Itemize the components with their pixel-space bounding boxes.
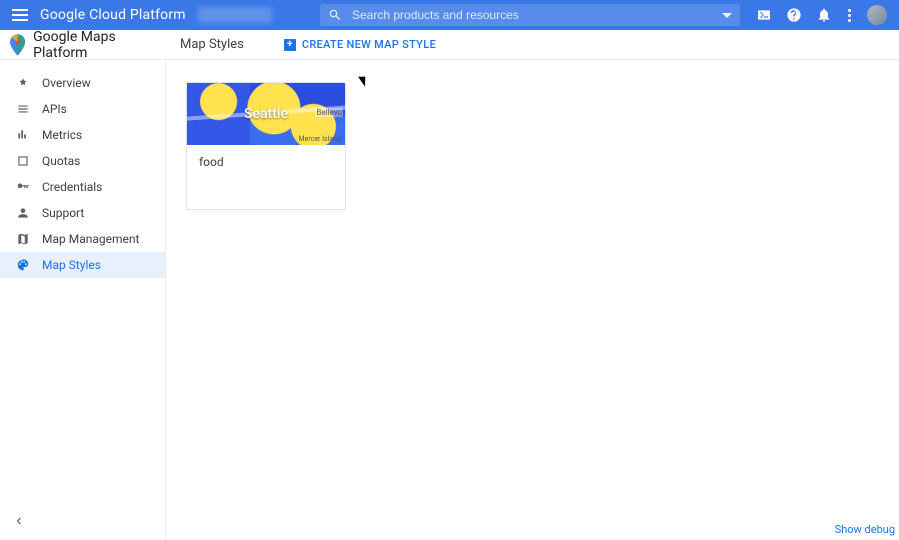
sidebar-item-apis[interactable]: APIs <box>0 96 165 122</box>
show-debug-link[interactable]: Show debug <box>835 523 895 536</box>
sidebar-item-label: Overview <box>42 76 91 90</box>
product-title: Google Maps Platform <box>33 29 166 61</box>
overview-icon <box>16 76 30 90</box>
thumb-label-right: Bellevu <box>315 108 343 117</box>
map-style-card-title: food <box>199 155 333 169</box>
sidebar-item-label: Map Styles <box>42 258 101 272</box>
quota-icon <box>16 154 30 168</box>
key-icon <box>16 180 30 194</box>
sidebar-item-label: Metrics <box>42 128 82 142</box>
sidebar-item-overview[interactable]: Overview <box>0 70 165 96</box>
chevron-left-icon <box>12 514 26 528</box>
sidebar-item-label: APIs <box>42 102 67 116</box>
sidebar-item-label: Quotas <box>42 154 80 168</box>
brand-title: Google Cloud Platform <box>40 7 186 23</box>
help-icon[interactable] <box>786 7 802 23</box>
main-shell: Overview APIs Metrics Quotas Credentials… <box>0 60 899 540</box>
page-title: Map Styles <box>180 37 244 52</box>
account-avatar[interactable] <box>867 5 887 25</box>
list-icon <box>16 102 30 116</box>
sidebar-item-label: Map Management <box>42 232 139 246</box>
create-map-style-label: CREATE NEW MAP STYLE <box>302 38 436 51</box>
map-style-thumbnail: Seattle Bellevu Mercer Island <box>187 83 345 145</box>
content-area: Seattle Bellevu Mercer Island food <box>166 60 899 540</box>
sidebar-item-metrics[interactable]: Metrics <box>0 122 165 148</box>
notifications-icon[interactable] <box>816 7 832 23</box>
plus-icon: + <box>284 39 296 51</box>
map-style-card[interactable]: Seattle Bellevu Mercer Island food <box>186 82 346 210</box>
thumb-city-label: Seattle <box>244 106 288 122</box>
cloud-shell-icon[interactable] <box>756 7 772 23</box>
maps-pin-icon <box>10 34 25 56</box>
sub-header: Google Maps Platform Map Styles + CREATE… <box>0 30 899 60</box>
sidebar: Overview APIs Metrics Quotas Credentials… <box>0 60 166 540</box>
search-box[interactable] <box>320 4 740 26</box>
menu-icon[interactable] <box>8 5 32 25</box>
sidebar-collapse-button[interactable] <box>12 514 26 532</box>
palette-icon <box>16 258 30 272</box>
top-bar: Google Cloud Platform <box>0 0 899 30</box>
sidebar-item-label: Credentials <box>42 180 102 194</box>
search-input[interactable] <box>352 8 527 22</box>
sidebar-item-quotas[interactable]: Quotas <box>0 148 165 174</box>
create-map-style-button[interactable]: + CREATE NEW MAP STYLE <box>284 38 436 51</box>
mouse-cursor <box>358 73 370 86</box>
search-icon <box>328 8 342 22</box>
sidebar-item-support[interactable]: Support <box>0 200 165 226</box>
map-icon <box>16 232 30 246</box>
sidebar-item-label: Support <box>42 206 84 220</box>
more-vert-icon[interactable] <box>846 9 853 22</box>
thumb-label-bottom: Mercer Island <box>299 135 341 143</box>
person-icon <box>16 206 30 220</box>
sidebar-item-map-management[interactable]: Map Management <box>0 226 165 252</box>
sidebar-item-credentials[interactable]: Credentials <box>0 174 165 200</box>
sidebar-item-map-styles[interactable]: Map Styles <box>0 252 165 278</box>
project-selector-blurred[interactable] <box>198 7 272 23</box>
top-icon-group <box>756 5 891 25</box>
bar-chart-icon <box>16 128 30 142</box>
chevron-down-icon[interactable] <box>722 13 732 18</box>
